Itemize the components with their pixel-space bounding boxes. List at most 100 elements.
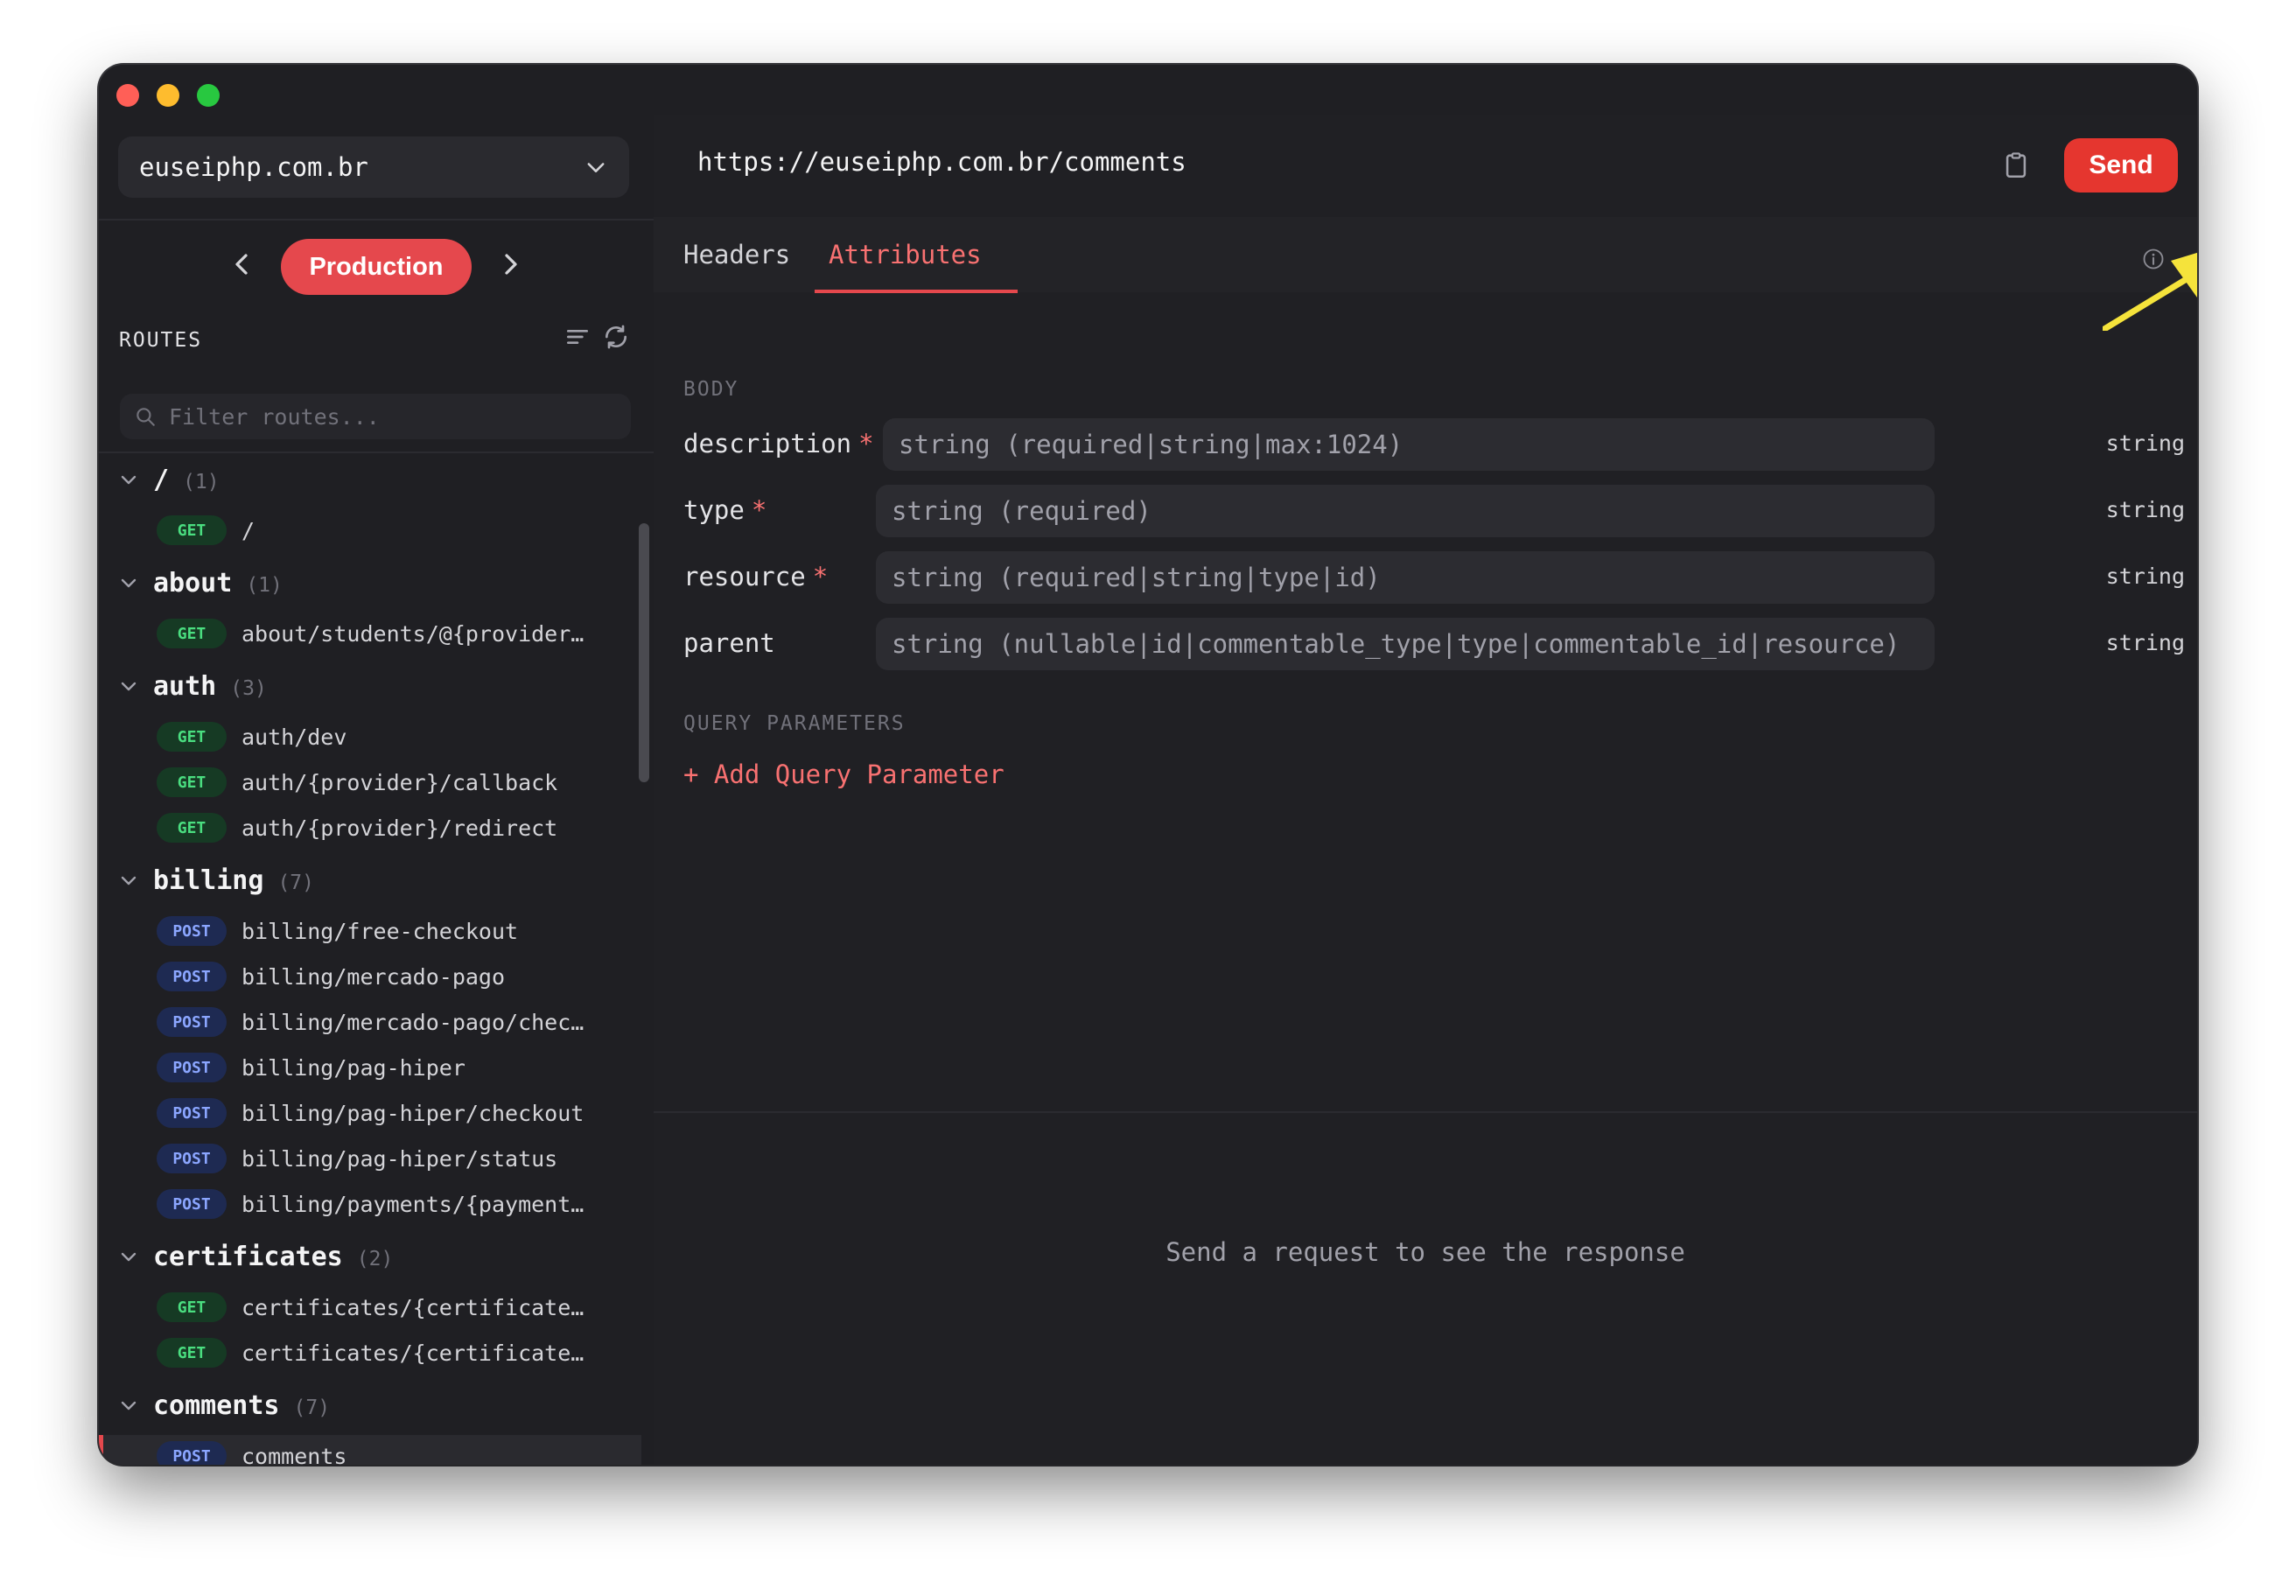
route-item[interactable]: GET auth/dev [99,716,641,758]
field-label: description * [683,429,874,458]
search-icon [136,408,155,426]
field-placeholder: string (nullable|id|commentable_type|typ… [892,629,1900,659]
environment-badge[interactable]: Production [281,239,472,295]
close-window-button[interactable] [116,84,139,107]
request-tabs: Headers Attributes [654,217,2197,293]
filter-routes-input[interactable]: Filter routes... [120,394,631,439]
request-url[interactable]: https://euseiphp.com.br/comments [697,147,1186,177]
route-path: billing/pag-hiper/checkout [242,1100,584,1126]
field-label: type * [683,495,767,525]
route-group[interactable]: comments (7) [99,1382,641,1428]
route-group-name: about (1) [153,567,283,598]
domain-select[interactable]: euseiphp.com.br [118,136,629,198]
route-group-name: auth (3) [153,670,267,702]
chevron-down-icon [121,876,136,886]
route-path: auth/dev [242,724,347,750]
environment-switcher: Production [99,238,654,296]
chevron-down-icon [587,163,605,172]
http-method-badge: GET [157,1292,227,1322]
route-group-count: (3) [230,676,267,700]
sidebar: euseiphp.com.br Production ROUTES Filter… [99,116,654,1465]
route-path: / [242,517,256,543]
route-path: certificates/{certificate… [242,1294,584,1320]
route-path: about/students/@{provider… [242,620,584,647]
next-environment-button[interactable] [498,249,524,285]
field-type-label: string [2105,564,2185,589]
field-placeholder: string (required) [892,496,1152,526]
route-item[interactable]: POST billing/mercado-pago [99,956,641,998]
refresh-icon[interactable] [602,323,630,351]
route-group[interactable]: billing (7) [99,858,641,903]
route-path: auth/{provider}/callback [242,769,558,795]
url-bar: https://euseiphp.com.br/comments Send [654,116,2197,217]
route-item[interactable]: POST billing/pag-hiper [99,1046,641,1088]
send-button[interactable]: Send [2064,138,2178,192]
add-query-parameter-button[interactable]: + Add Query Parameter [683,760,1004,789]
field-placeholder: string (required|string|type|id) [892,563,1381,592]
route-item[interactable]: GET auth/{provider}/redirect [99,807,641,849]
query-parameters-label: QUERY PARAMETERS [683,712,906,735]
http-method-badge: POST [157,1007,227,1037]
route-item[interactable]: GET about/students/@{provider… [99,612,641,654]
route-group[interactable]: certificates (2) [99,1234,641,1279]
clipboard-icon[interactable] [2001,150,2031,180]
minimize-window-button[interactable] [157,84,179,107]
tab-headers[interactable]: Headers [683,240,790,270]
route-group[interactable]: about (1) [99,560,641,606]
field-input[interactable]: string (required|string|max:1024) [883,418,1935,471]
route-item[interactable]: POST billing/free-checkout [99,910,641,952]
route-item[interactable]: POST billing/mercado-pago/chec… [99,1001,641,1043]
route-group-count: (1) [183,470,220,494]
route-group-count: (7) [293,1396,331,1419]
annotation-arrow-icon [2103,252,2197,331]
http-method-badge: POST [157,1144,227,1173]
route-path: comments [242,1443,347,1466]
route-path: billing/mercado-pago/chec… [242,1009,584,1035]
required-marker: * [751,495,767,525]
route-group-name: certificates (2) [153,1241,394,1272]
route-item-selected[interactable]: POST comments [99,1435,641,1465]
previous-environment-button[interactable] [228,249,255,285]
field-type-label: string [2105,497,2185,522]
sidebar-scrollbar[interactable] [639,523,649,782]
http-method-badge: POST [157,1189,227,1219]
request-panel: https://euseiphp.com.br/comments Send He… [654,116,2197,1465]
field-label: parent [683,628,775,658]
field-input[interactable]: string (required|string|type|id) [876,551,1935,604]
route-group-count: (2) [356,1247,394,1270]
http-method-badge: GET [157,1338,227,1368]
http-method-badge: POST [157,916,227,946]
field-input[interactable]: string (nullable|id|commentable_type|typ… [876,618,1935,670]
http-method-badge: POST [157,962,227,991]
filter-placeholder: Filter routes... [169,403,380,430]
sort-icon[interactable] [564,323,592,351]
route-item[interactable]: POST billing/payments/{payment… [99,1183,641,1225]
route-path: auth/{provider}/redirect [242,815,558,841]
body-section-label: BODY [683,378,739,401]
route-item[interactable]: GET / [99,509,641,551]
routes-heading: ROUTES [119,329,203,352]
route-path: certificates/{certificate… [242,1340,584,1366]
domain-select-value: euseiphp.com.br [139,152,368,182]
chevron-right-icon [504,253,517,275]
route-item[interactable]: GET auth/{provider}/callback [99,761,641,803]
chevron-left-icon [235,253,248,275]
field-input[interactable]: string (required) [876,485,1935,537]
tab-attributes[interactable]: Attributes [829,240,982,270]
route-item[interactable]: GET certificates/{certificate… [99,1286,641,1328]
http-method-badge: POST [157,1098,227,1128]
route-item[interactable]: GET certificates/{certificate… [99,1332,641,1374]
field-type-label: string [2105,630,2185,655]
http-method-badge: GET [157,515,227,545]
route-item[interactable]: POST billing/pag-hiper/status [99,1138,641,1180]
required-marker: * [812,562,829,592]
route-path: billing/pag-hiper [242,1054,466,1081]
field-type-label: string [2105,430,2185,456]
chevron-down-icon [121,475,136,485]
divider [99,219,654,220]
http-method-badge: POST [157,1441,227,1465]
zoom-window-button[interactable] [197,84,220,107]
route-group[interactable]: auth (3) [99,663,641,709]
route-item[interactable]: POST billing/pag-hiper/checkout [99,1092,641,1134]
route-group[interactable]: / (1) [99,457,641,502]
